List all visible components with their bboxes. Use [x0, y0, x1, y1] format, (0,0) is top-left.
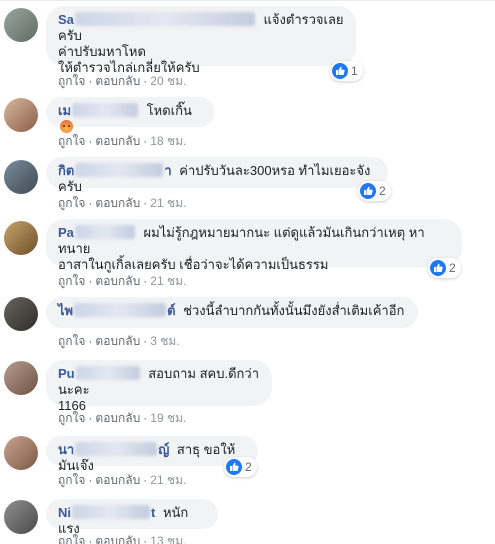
- commenter-name[interactable]: ไพ ต์: [58, 303, 176, 319]
- reply-link[interactable]: ตอบกลับ: [95, 411, 140, 425]
- comment-actions: ถูกใจ · ตอบกลับ · 18 ชม.: [58, 134, 187, 148]
- reply-link[interactable]: ตอบกลับ: [95, 196, 140, 210]
- like-link[interactable]: ถูกใจ: [58, 334, 85, 348]
- comment-actions: ถูกใจ · ตอบกลับ · 3 ชม.: [58, 334, 180, 348]
- commenter-name[interactable]: กิตา: [58, 163, 172, 179]
- reply-link[interactable]: ตอบกลับ: [95, 334, 140, 348]
- like-link[interactable]: ถูกใจ: [58, 196, 85, 210]
- like-link[interactable]: ถูกใจ: [58, 274, 85, 288]
- reply-link[interactable]: ตอบกลับ: [95, 473, 140, 487]
- comment-bubble: Sa แจ้งตำรวจเลยครับ ค่าปรับมหาโหด ให้ตำร…: [46, 6, 356, 75]
- avatar[interactable]: [4, 297, 38, 331]
- like-icon: [226, 459, 242, 475]
- reaction-count[interactable]: 2: [358, 181, 391, 201]
- comment-text: อาสาในกูเกิ้ลเลยครับ เชื่อว่าจะได้ความเป…: [58, 257, 329, 272]
- comment-actions: ถูกใจ · ตอบกลับ · 21 ชม.: [58, 473, 187, 487]
- timestamp[interactable]: 19 ชม.: [150, 411, 186, 425]
- comment-text: ค่าปรับมหาโหด: [58, 44, 146, 59]
- like-link[interactable]: ถูกใจ: [58, 411, 85, 425]
- like-count: 2: [379, 184, 386, 198]
- like-link[interactable]: ถูกใจ: [58, 134, 85, 148]
- like-icon: [360, 183, 376, 199]
- avatar[interactable]: [4, 500, 38, 534]
- comment-bubble: กิตา ค่าปรับวันละ300หรอ ทำไมเยอะจังครับ: [46, 157, 388, 194]
- like-icon: [332, 63, 348, 79]
- reaction-count[interactable]: 2: [428, 258, 461, 278]
- like-count: 2: [449, 261, 456, 275]
- like-count: 2: [245, 460, 252, 474]
- reaction-count[interactable]: 1: [330, 61, 363, 81]
- avatar[interactable]: [4, 221, 38, 255]
- comment-bubble: Ni t หนักแรง: [46, 499, 218, 536]
- reply-link[interactable]: ตอบกลับ: [95, 74, 140, 88]
- like-link[interactable]: ถูกใจ: [58, 534, 85, 544]
- comment-text: โหดเกิ๊น: [146, 103, 192, 118]
- timestamp[interactable]: 21 ชม.: [150, 196, 186, 210]
- avatar[interactable]: [4, 98, 38, 132]
- reply-link[interactable]: ตอบกลับ: [95, 274, 140, 288]
- comment-bubble: ไพ ต์ ช่วงนี้ลำบากกันทั้งนั้นมึงยังส่ำเติ…: [46, 297, 418, 328]
- like-link[interactable]: ถูกใจ: [58, 473, 85, 487]
- commenter-name[interactable]: Pu: [58, 366, 141, 382]
- comment-actions: ถูกใจ · ตอบกลับ · 21 ชม.: [58, 196, 187, 210]
- like-count: 1: [351, 64, 358, 78]
- like-link[interactable]: ถูกใจ: [58, 74, 85, 88]
- commenter-name[interactable]: Sa: [58, 12, 256, 28]
- timestamp[interactable]: 20 ชม.: [150, 74, 186, 88]
- timestamp[interactable]: 3 ชม.: [150, 334, 179, 348]
- comment-actions: ถูกใจ · ตอบกลับ · 13 ชม.: [58, 532, 186, 544]
- timestamp[interactable]: 21 ชม.: [150, 274, 186, 288]
- avatar[interactable]: [4, 8, 38, 42]
- commenter-name[interactable]: Pa: [58, 225, 136, 241]
- comment-bubble: Pa ผมไม่รู้กฎหมายมากนะ แต่ดูแล้วมันเกินก…: [46, 219, 462, 272]
- avatar[interactable]: [4, 361, 38, 395]
- avatar[interactable]: [4, 436, 38, 470]
- commenter-name[interactable]: เม: [58, 103, 139, 119]
- comment-text: ช่วงนี้ลำบากกันทั้งนั้นมึงยังส่ำเติมเค้า…: [183, 303, 405, 318]
- avatar[interactable]: [4, 160, 38, 194]
- comment-actions: ถูกใจ · ตอบกลับ · 21 ชม.: [58, 274, 187, 288]
- like-icon: [430, 260, 446, 276]
- commenter-name[interactable]: นา ญ์: [58, 442, 169, 458]
- timestamp[interactable]: 18 ชม.: [150, 134, 186, 148]
- comment-actions: ถูกใจ · ตอบกลับ · 19 ชม.: [58, 411, 187, 425]
- comment-actions: ถูกใจ · ตอบกลับ · 20 ชม.: [58, 74, 187, 88]
- top-divider: [0, 0, 495, 1]
- comment-bubble: เม โหดเกิ๊น: [46, 97, 214, 133]
- timestamp[interactable]: 21 ชม.: [150, 473, 186, 487]
- reply-link[interactable]: ตอบกลับ: [95, 134, 140, 148]
- reply-link[interactable]: ตอบกลับ: [95, 534, 140, 544]
- comment-bubble: Pu สอบถาม สคบ.ดีกว่านะคะ 1166: [46, 360, 272, 413]
- reaction-count[interactable]: 2: [224, 457, 257, 477]
- commenter-name[interactable]: Ni t: [58, 505, 155, 521]
- timestamp[interactable]: 13 ชม.: [150, 534, 186, 544]
